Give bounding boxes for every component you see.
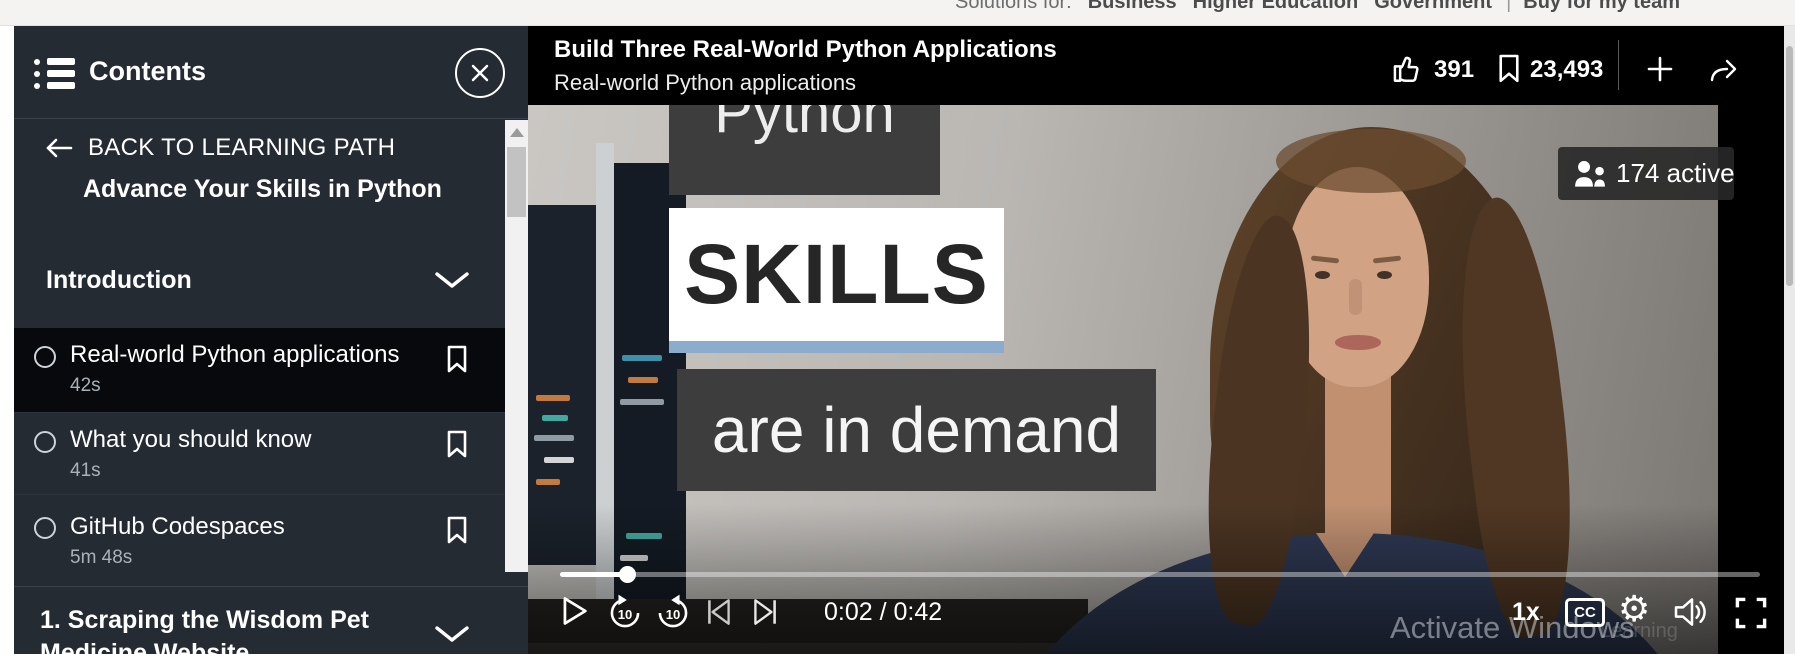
- divider: [1618, 40, 1619, 90]
- time-display: 0:02 / 0:42: [824, 598, 943, 626]
- page: Solutions for: Business Higher Education Go…: [0, 0, 1795, 654]
- nav-link-buy-for-my-team[interactable]: Buy for my team: [1523, 0, 1680, 13]
- top-nav-links: Solutions for: Business Higher Education Go…: [955, 0, 1680, 14]
- slide-accent-strip: [669, 341, 1004, 353]
- nav-link-government[interactable]: Government: [1374, 0, 1492, 13]
- nav-separator: |: [1506, 0, 1512, 13]
- scrollbar-up-arrow-icon[interactable]: [510, 128, 524, 137]
- chevron-down-icon: [435, 272, 469, 288]
- video-item[interactable]: GitHub Codespaces 5m 48s: [14, 494, 528, 586]
- active-viewers-count: 174 active: [1616, 158, 1735, 188]
- video-item-current[interactable]: Real-world Python applications 42s: [14, 328, 528, 412]
- course-title: Build Three Real-World Python Applicatio…: [554, 36, 1057, 63]
- close-icon: [471, 64, 489, 82]
- progress-circle-icon: [34, 346, 56, 368]
- bookmark-count: 23,493: [1530, 56, 1604, 83]
- contents-sidebar: Contents BACK TO LEARNING PATH Advance Y…: [14, 26, 528, 654]
- closed-captions-button[interactable]: CC: [1565, 598, 1605, 627]
- playback-rate-button[interactable]: 1x: [1512, 598, 1540, 627]
- add-icon[interactable]: [1646, 55, 1674, 83]
- share-icon[interactable]: [1708, 54, 1742, 84]
- progress-scrubber[interactable]: [619, 566, 636, 583]
- video-item-duration: 41s: [70, 460, 101, 481]
- bookmark-icon[interactable]: [444, 429, 470, 459]
- section-introduction[interactable]: Introduction: [14, 256, 528, 304]
- back-arrow-icon: [46, 138, 73, 158]
- presenter-neckline: [1316, 533, 1374, 577]
- desk-edge: [528, 643, 1183, 654]
- progress-bar-played: [560, 572, 627, 577]
- progress-circle-icon: [34, 517, 56, 539]
- section-introduction-label: Introduction: [46, 266, 192, 294]
- sidebar-header: Contents: [14, 26, 528, 119]
- slide-text-demand: are in demand: [677, 369, 1156, 491]
- bookmark-icon[interactable]: [444, 515, 470, 545]
- sidebar-scrollbar-thumb[interactable]: [507, 147, 526, 217]
- next-video-button[interactable]: [749, 596, 781, 628]
- contents-list-icon: [34, 56, 76, 92]
- video-item-title: What you should know: [70, 426, 312, 453]
- rewind-10-button[interactable]: 10: [606, 594, 644, 632]
- close-sidebar-button[interactable]: [455, 48, 505, 98]
- active-viewers-badge: 174 active: [1558, 147, 1735, 200]
- svg-text:10: 10: [618, 607, 633, 622]
- divider: [14, 586, 528, 587]
- volume-icon[interactable]: [1672, 596, 1712, 628]
- video-item-title: GitHub Codespaces: [70, 513, 285, 540]
- slide-text-skills: SKILLS: [669, 208, 1004, 341]
- nav-link-higher-education[interactable]: Higher Education: [1193, 0, 1359, 13]
- video-player: Build Three Real-World Python Applicatio…: [528, 26, 1784, 654]
- solutions-for-label: Solutions for:: [955, 0, 1072, 13]
- video-item-duration: 5m 48s: [70, 547, 133, 568]
- previous-video-button[interactable]: [703, 596, 735, 628]
- nav-link-business[interactable]: Business: [1088, 0, 1177, 13]
- progress-bar-track[interactable]: [560, 572, 1760, 577]
- video-item[interactable]: What you should know 41s: [14, 412, 528, 494]
- settings-gear-icon[interactable]: ⚙: [1618, 590, 1650, 630]
- svg-text:10: 10: [666, 607, 681, 622]
- top-nav-strip: Solutions for: Business Higher Education Go…: [0, 0, 1795, 26]
- play-button[interactable]: [558, 594, 590, 628]
- background-monitor: [528, 205, 596, 565]
- chevron-down-icon: [435, 626, 469, 642]
- video-item-duration: 42s: [70, 375, 101, 396]
- back-to-learning-path[interactable]: BACK TO LEARNING PATH: [45, 134, 395, 162]
- bookmark-icon[interactable]: [444, 344, 470, 374]
- current-video-title: Real-world Python applications: [554, 70, 857, 95]
- sidebar-scrollbar[interactable]: [505, 120, 528, 572]
- monitor-edge: [596, 143, 614, 608]
- forward-10-button[interactable]: 10: [654, 594, 692, 632]
- video-item-title: Real-world Python applications: [70, 341, 400, 368]
- people-icon: [1575, 160, 1605, 187]
- section-scraping-wisdom-pet[interactable]: 1. Scraping the Wisdom Pet Medicine Webs…: [14, 592, 528, 654]
- fullscreen-button[interactable]: [1734, 596, 1768, 630]
- progress-circle-icon: [34, 431, 56, 453]
- back-to-learning-path-label: BACK TO LEARNING PATH: [88, 134, 396, 161]
- like-count: 391: [1434, 56, 1475, 83]
- presenter-hair-highlight: [1276, 129, 1466, 193]
- learning-path-title: Advance Your Skills in Python: [83, 175, 442, 203]
- like-icon[interactable]: [1391, 53, 1425, 85]
- bookmark-count-icon[interactable]: [1496, 53, 1522, 85]
- sidebar-title: Contents: [89, 56, 206, 86]
- page-scrollbar-thumb[interactable]: [1786, 46, 1793, 286]
- section-scraping-label: 1. Scraping the Wisdom Pet Medicine Webs…: [40, 606, 370, 654]
- slide-text-python: Python: [669, 105, 940, 195]
